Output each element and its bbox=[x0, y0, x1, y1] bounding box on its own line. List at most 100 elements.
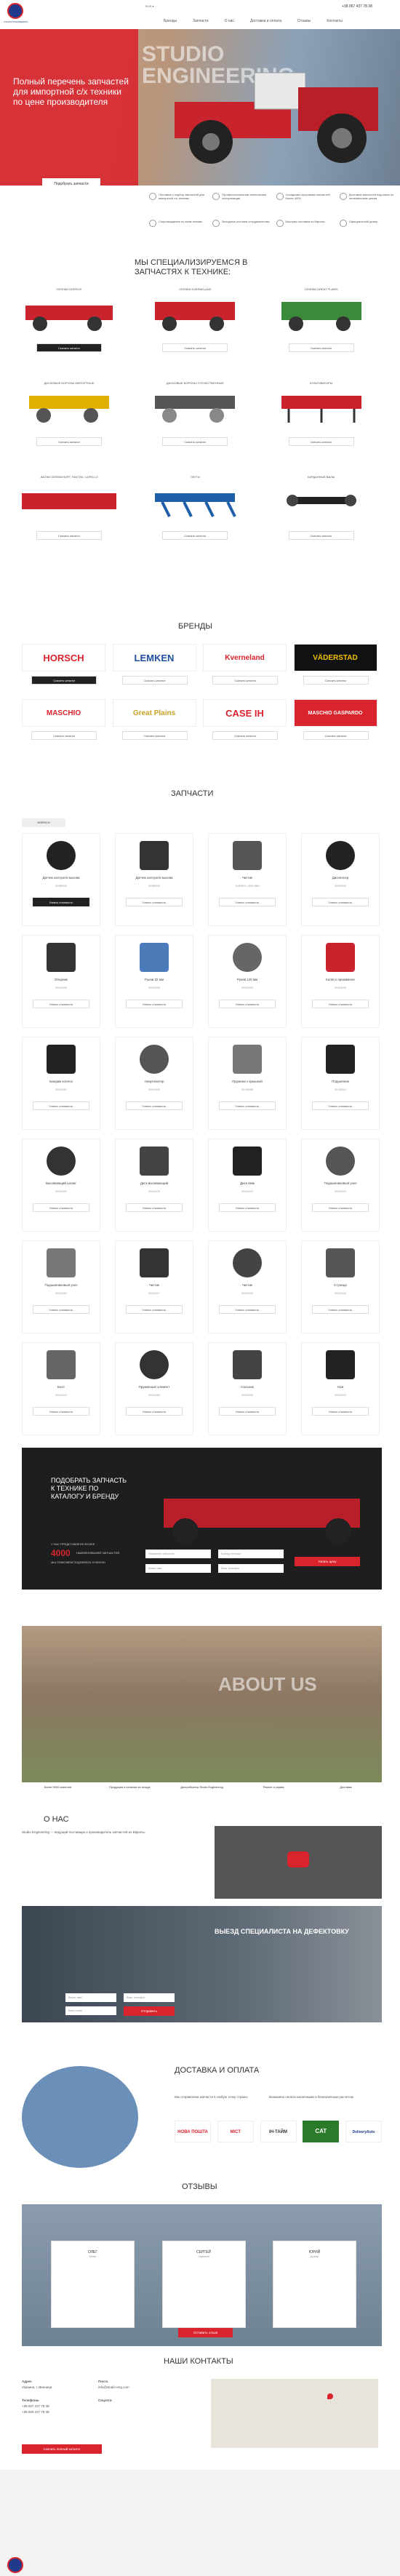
download-full-catalog-button[interactable]: Скачать полный каталог bbox=[22, 2444, 102, 2454]
part-code: 00310017 bbox=[148, 1292, 160, 1295]
feature-text: Складская программа запчастей более 4000 bbox=[285, 193, 330, 200]
brand-logo-great-plains[interactable]: Great Plains bbox=[112, 699, 196, 727]
download-catalog-button[interactable]: Скачать каталог bbox=[303, 676, 369, 685]
specialist-submit-button[interactable]: Отправить bbox=[124, 2006, 175, 2016]
footer-logo[interactable] bbox=[7, 2557, 23, 2573]
brand-logo-kverneland[interactable]: Kverneland bbox=[203, 644, 287, 671]
get-price-button[interactable]: Узнать стоимость bbox=[219, 1101, 276, 1110]
nav-item-parts[interactable]: Запчасти bbox=[193, 19, 208, 23]
specialist-email-input[interactable]: Ваш email bbox=[65, 2006, 116, 2015]
nav-item-about[interactable]: О нас bbox=[225, 19, 234, 23]
get-price-button[interactable]: Узнать стоимость bbox=[33, 1101, 89, 1110]
part-name: Ступица bbox=[334, 1283, 347, 1287]
part-code: 00330903 bbox=[241, 986, 253, 989]
brand-logo-maschio-gaspardo[interactable]: MASCHIO GASPARDO bbox=[293, 699, 377, 727]
part-card: Нож 00320019 Узнать стоимость bbox=[301, 1342, 380, 1435]
get-price-button[interactable]: Узнать цену bbox=[295, 1557, 360, 1566]
reviewer-city: Днепр bbox=[310, 2254, 319, 2258]
download-catalog-button[interactable]: Скачать каталог bbox=[36, 343, 102, 352]
catalog-card: СЕЯЛКИ HORSCH Скачать каталог bbox=[15, 287, 124, 371]
play-icon[interactable] bbox=[287, 1851, 309, 1867]
language-selector[interactable]: RUS ▾ bbox=[145, 4, 154, 8]
part-image bbox=[233, 841, 262, 870]
get-price-button[interactable]: Узнать стоимость bbox=[126, 1000, 183, 1008]
download-catalog-button[interactable]: Скачать каталог bbox=[162, 531, 228, 540]
brand-logo-maschio[interactable]: MASCHIO bbox=[22, 699, 105, 727]
download-catalog-button[interactable]: Скачать каталог bbox=[31, 676, 97, 685]
get-price-button[interactable]: Узнать стоимость bbox=[312, 1407, 369, 1416]
machine-brand-input[interactable]: Бренд техники bbox=[218, 1550, 284, 1558]
leave-review-button[interactable]: Оставить отзыв bbox=[178, 2328, 233, 2337]
get-price-button[interactable]: Узнать стоимость bbox=[219, 1000, 276, 1008]
download-catalog-button[interactable]: Скачать каталог bbox=[162, 437, 228, 446]
phone-input[interactable]: Ваш телефон bbox=[218, 1564, 284, 1573]
get-price-button[interactable]: Узнать стоимость bbox=[126, 1101, 183, 1110]
part-name-input[interactable]: Название запчасти bbox=[145, 1550, 211, 1558]
get-price-button[interactable]: Узнать стоимость bbox=[33, 898, 89, 906]
download-catalog-button[interactable]: Скачать каталог bbox=[288, 437, 354, 446]
get-price-button[interactable]: Узнать стоимость bbox=[219, 898, 276, 906]
get-price-button[interactable]: Узнать стоимость bbox=[126, 898, 183, 906]
get-price-button[interactable]: Узнать стоимость bbox=[219, 1203, 276, 1212]
get-price-button[interactable]: Узнать стоимость bbox=[312, 898, 369, 906]
header-phone[interactable]: +38 067 437 78 38 bbox=[342, 4, 372, 9]
download-catalog-button[interactable]: Скачать каталог bbox=[121, 676, 188, 685]
part-name: Чистик bbox=[241, 876, 253, 880]
part-code: 00310062 bbox=[55, 1292, 67, 1295]
about-video[interactable] bbox=[215, 1826, 382, 1899]
brand-logo-horsch[interactable]: HORSCH bbox=[22, 644, 105, 671]
feature-item: Профессиональная техническая консультаци… bbox=[212, 193, 273, 217]
get-price-button[interactable]: Узнать стоимость bbox=[312, 1203, 369, 1212]
get-price-button[interactable]: Узнать стоимость bbox=[312, 1000, 369, 1008]
download-catalog-button[interactable]: Скачать каталог bbox=[212, 676, 279, 685]
download-catalog-button[interactable]: Скачать каталог bbox=[288, 343, 354, 352]
name-input[interactable]: Ваше имя bbox=[145, 1564, 211, 1573]
part-name: Колесо прижимное bbox=[326, 978, 355, 981]
get-price-button[interactable]: Узнать стоимость bbox=[312, 1101, 369, 1110]
download-catalog-button[interactable]: Скачать каталог bbox=[162, 343, 228, 352]
get-price-button[interactable]: Узнать стоимость bbox=[126, 1305, 183, 1314]
download-catalog-button[interactable]: Скачать каталог bbox=[36, 437, 102, 446]
nav-item-delivery[interactable]: Доставка и оплата bbox=[250, 19, 281, 23]
specialist-phone-input[interactable]: Ваш телефон bbox=[124, 1993, 175, 2002]
hero-cta-button[interactable]: Подобрать запчасти bbox=[42, 178, 100, 191]
download-catalog-button[interactable]: Скачать каталог bbox=[121, 731, 188, 740]
brand-card: HORSCH Скачать каталог bbox=[22, 644, 107, 685]
specialist-name-input[interactable]: Ваше имя bbox=[65, 1993, 116, 2002]
phone-value[interactable]: +38 050 437 78 38 bbox=[22, 2409, 95, 2415]
brand-logo-case-ih[interactable]: CASE IH bbox=[203, 699, 287, 727]
get-price-button[interactable]: Узнать стоимость bbox=[312, 1305, 369, 1314]
email-value[interactable]: info@studio-eng.com bbox=[98, 2385, 178, 2390]
brand-logo-lemken[interactable]: LEMKEN bbox=[112, 644, 196, 671]
selector-count: 4000 bbox=[51, 1548, 71, 1558]
get-price-button[interactable]: Узнать стоимость bbox=[126, 1203, 183, 1212]
nav-item-brands[interactable]: Бренды bbox=[164, 19, 177, 23]
get-price-button[interactable]: Узнать стоимость bbox=[219, 1305, 276, 1314]
machine-image bbox=[155, 396, 236, 423]
get-price-button[interactable]: Узнать стоимость bbox=[33, 1305, 89, 1314]
map[interactable] bbox=[211, 2379, 378, 2448]
part-code: 00330001 bbox=[55, 1190, 67, 1193]
get-price-button[interactable]: Узнать стоимость bbox=[219, 1407, 276, 1416]
part-image bbox=[233, 1147, 262, 1176]
carrier-logo: DeliveryAuto bbox=[345, 2121, 382, 2142]
phone-value[interactable]: +38 067 437 78 38 bbox=[22, 2404, 95, 2409]
get-price-button[interactable]: Узнать стоимость bbox=[33, 1407, 89, 1416]
nav-item-contacts[interactable]: Контакты bbox=[327, 19, 343, 23]
download-catalog-button[interactable]: Скачать каталог bbox=[212, 731, 279, 740]
logo[interactable] bbox=[7, 3, 23, 19]
get-price-button[interactable]: Узнать стоимость bbox=[33, 1000, 89, 1008]
download-catalog-button[interactable]: Скачать каталог bbox=[31, 731, 97, 740]
part-card: Датчик контроля высева 00380026 Узнать сто… bbox=[115, 833, 193, 926]
get-price-button[interactable]: Узнать стоимость bbox=[33, 1203, 89, 1212]
brand-logo-vaderstad[interactable]: VÄDERSTAD bbox=[293, 644, 377, 671]
catalog-card: СЕЯЛКИ KVERNELAND Скачать каталог bbox=[140, 287, 249, 371]
parts-filter-tab[interactable]: HORSCH bbox=[22, 818, 65, 827]
download-catalog-button[interactable]: Скачать каталог bbox=[36, 531, 102, 540]
get-price-button[interactable]: Узнать стоимость bbox=[126, 1407, 183, 1416]
download-catalog-button[interactable]: Скачать каталог bbox=[288, 531, 354, 540]
brand-card: Kverneland Скачать каталог bbox=[203, 644, 288, 685]
nav-item-reviews[interactable]: Отзывы bbox=[297, 19, 311, 23]
download-catalog-button[interactable]: Скачать каталог bbox=[303, 731, 369, 740]
part-code: 00200018 bbox=[241, 1292, 253, 1295]
